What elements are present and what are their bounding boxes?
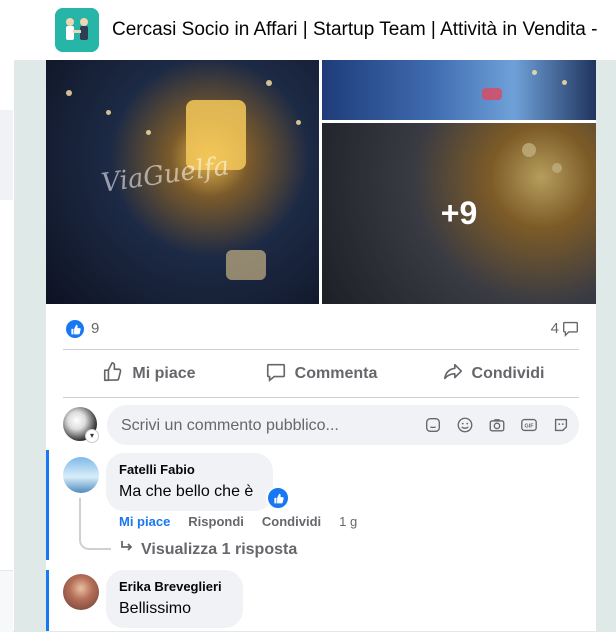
reactions-bar: 9 4 [63, 315, 579, 350]
comment-label: Commenta [294, 365, 378, 382]
avatar[interactable] [63, 457, 99, 493]
share-icon [442, 361, 464, 388]
group-title[interactable]: Cercasi Socio in Affari | Startup Team |… [112, 19, 597, 41]
like-button[interactable]: Mi piace [63, 352, 235, 396]
comment-author[interactable]: Erika Breveglieri [119, 579, 222, 594]
comment-author[interactable]: Fatelli Fabio [119, 462, 195, 477]
reply-arrow-icon [119, 539, 135, 560]
comment-highlight-rail [46, 450, 49, 560]
composer-tools: GIF [423, 415, 571, 435]
like-reaction-icon[interactable] [66, 320, 84, 338]
avatar[interactable] [63, 574, 99, 610]
actions-divider [63, 397, 579, 398]
left-rail-panel [0, 110, 13, 200]
chevron-down-icon[interactable]: ▾ [85, 429, 99, 443]
reply-thread-line [79, 498, 111, 550]
post-photo-3[interactable]: +9 [322, 123, 596, 304]
group-logo-icon[interactable] [55, 8, 99, 52]
comment-highlight-rail [46, 570, 49, 631]
emoji-icon[interactable] [455, 415, 475, 435]
gif-icon[interactable]: GIF [519, 415, 539, 435]
svg-text:GIF: GIF [525, 424, 535, 430]
group-header: Cercasi Socio in Affari | Startup Team |… [14, 0, 616, 61]
like-reaction-icon[interactable] [266, 486, 290, 510]
more-photos-count[interactable]: +9 [322, 123, 596, 304]
view-replies-label: Visualizza 1 risposta [141, 540, 298, 558]
likes-count[interactable]: 9 [91, 320, 99, 337]
post-actions: Mi piace Commenta Condividi [63, 352, 579, 396]
comment-input-wrapper: GIF [107, 405, 579, 447]
comment-meta: Mi piace Rispondi Condividi 1 g [119, 514, 357, 529]
comment-bubble-icon[interactable] [562, 320, 579, 342]
share-button[interactable]: Condividi [407, 352, 579, 396]
left-rail [0, 0, 15, 632]
comment-text: Bellissimo [119, 600, 192, 617]
comment-timestamp[interactable]: 1 g [339, 514, 357, 529]
comments-count[interactable]: 4 [551, 320, 559, 337]
avatar-sticker-icon[interactable] [551, 415, 571, 435]
post-photo-grid: ViaGuelfa +9 [46, 60, 596, 304]
post-photo-2[interactable] [322, 60, 596, 120]
photo-script-text: ViaGuelfa [99, 151, 231, 199]
comment-bubble: Fatelli Fabio Ma che bello che è [106, 453, 290, 511]
comment-composer: ▾ GIF [63, 405, 579, 447]
like-label: Mi piace [132, 365, 196, 382]
camera-icon[interactable] [487, 415, 507, 435]
share-label: Condividi [471, 365, 545, 382]
post-photo-1[interactable]: ViaGuelfa [46, 60, 319, 304]
comment-text: Ma che bello che è [119, 483, 254, 500]
comment-icon [265, 361, 287, 388]
post-card: ViaGuelfa +9 9 4 Mi piace Commenta Condi… [46, 60, 596, 631]
comment-reply-link[interactable]: Rispondi [188, 514, 244, 529]
comment-button[interactable]: Commenta [235, 352, 407, 396]
thumbs-up-icon [102, 361, 124, 388]
comment-share-link[interactable]: Condividi [262, 514, 321, 529]
comment-bubble: Erika Breveglieri Bellissimo [106, 570, 243, 628]
view-replies-link[interactable]: Visualizza 1 risposta [119, 539, 297, 560]
left-rail-footer [0, 570, 13, 632]
comment-input[interactable] [119, 405, 423, 447]
sticker-icon[interactable] [423, 415, 443, 435]
comment-like-link[interactable]: Mi piace [119, 514, 170, 529]
